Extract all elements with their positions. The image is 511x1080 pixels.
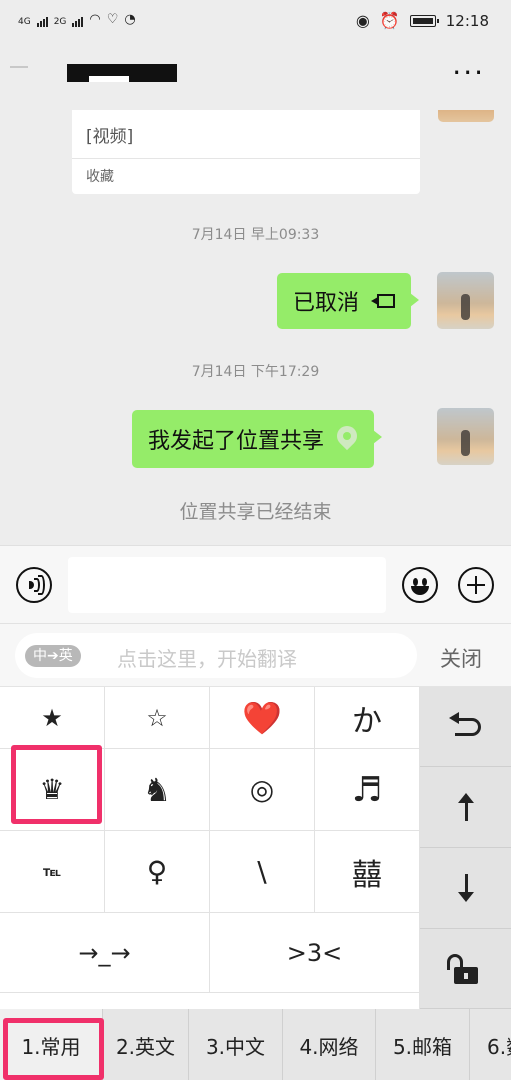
input-bar [0, 545, 511, 623]
category-tab-english[interactable]: 2.英文 [103, 1009, 189, 1080]
message-text: 我发起了位置共享 [148, 429, 325, 454]
alarm-icon: ⏰ [379, 11, 400, 30]
chat-area[interactable]: [视频] 收藏 7月14日 早上09:33 已取消 7月14日 下午17:29 … [0, 110, 511, 545]
language-direction-badge[interactable]: 中➔英 [25, 645, 81, 667]
message-timestamp: 7月14日 下午17:29 [191, 364, 320, 380]
message-bubble-location-share[interactable]: 我发起了位置共享 [132, 410, 383, 468]
symbol-keyboard: ★ ☆ ❤️ か ♛ ♞ ◎ ♬ ℡ ♀ \ 囍 →_→ >3< 1.常用 2.… [0, 686, 511, 1080]
battery-icon [409, 14, 439, 27]
status-right: ◉ ⏰ 12:18 [356, 11, 489, 30]
back-icon[interactable] [10, 66, 32, 86]
plus-icon[interactable] [458, 567, 494, 603]
signal-bars-icon-2 [72, 17, 84, 27]
signal-bars-icon [36, 17, 48, 27]
symbol-key-white-star[interactable]: ☆ [105, 687, 210, 749]
clock-time: 12:18 [445, 11, 489, 30]
symbol-key-female[interactable]: ♀ [105, 831, 210, 913]
category-tab-email[interactable]: 5.邮箱 [376, 1009, 470, 1080]
message-bubble-cancelled-call[interactable]: 已取消 [277, 273, 420, 329]
return-key[interactable] [420, 687, 511, 767]
avatar[interactable] [438, 110, 494, 122]
symbol-key-music-note[interactable]: ♬ [315, 749, 420, 831]
system-notice: 位置共享已经结束 [179, 501, 332, 523]
signal-2g-label: 2G [53, 17, 67, 27]
category-tab-internet[interactable]: 4.网络 [283, 1009, 376, 1080]
heart-rate-icon: ♡ [106, 12, 119, 27]
chat-header: ··· [0, 42, 511, 110]
emoji-icon[interactable] [402, 567, 438, 603]
notification-icon: ◔ [124, 12, 136, 27]
page-down-key[interactable] [420, 848, 511, 929]
page-up-key[interactable] [420, 767, 511, 848]
highlight-box-common-tab [3, 1018, 104, 1080]
translate-placeholder: 点击这里，开始翻译 [117, 647, 297, 671]
highlight-box-crown [11, 745, 102, 824]
favorite-card-source: 收藏 [86, 169, 114, 185]
status-bar: 4G 2G ◠ ♡ ◔ ◉ ⏰ 12:18 [0, 0, 511, 42]
avatar[interactable] [437, 272, 494, 329]
favorite-card-text: [视频] [86, 127, 134, 147]
lock-key[interactable] [420, 929, 511, 1009]
message-input[interactable] [68, 557, 386, 613]
arrow-down-icon [456, 874, 476, 902]
category-tab-numbers[interactable]: 6.数 [470, 1009, 511, 1080]
category-tab-chinese[interactable]: 3.中文 [189, 1009, 283, 1080]
symbol-key-tel[interactable]: ℡ [0, 831, 105, 913]
return-icon [448, 711, 483, 739]
video-call-icon [371, 293, 396, 309]
voice-input-icon[interactable] [16, 567, 52, 603]
signal-4g-label: 4G [18, 17, 31, 27]
chat-title-redacted [67, 64, 177, 82]
translate-input[interactable]: 中➔英 点击这里，开始翻译 [15, 633, 417, 678]
symbol-key-bullseye[interactable]: ◎ [210, 749, 315, 831]
symbol-key-arrow-face[interactable]: →_→ [0, 913, 210, 993]
status-left: 4G 2G ◠ ♡ ◔ [18, 12, 136, 27]
symbol-key-heart[interactable]: ❤️ [210, 687, 315, 749]
symbol-key-knight[interactable]: ♞ [105, 749, 210, 831]
message-timestamp: 7月14日 早上09:33 [191, 227, 320, 243]
avatar[interactable] [437, 408, 494, 465]
keyboard-spacer [0, 993, 420, 1009]
message-text: 已取消 [293, 291, 360, 316]
favorite-card[interactable]: [视频] 收藏 [72, 110, 420, 194]
symbol-key-double-happiness[interactable]: 囍 [315, 831, 420, 913]
translate-bar: 中➔英 点击这里，开始翻译 关闭 [0, 623, 511, 686]
symbol-key-kiss-face[interactable]: >3< [210, 913, 420, 993]
arrow-up-icon [456, 793, 476, 821]
location-icon [332, 421, 362, 452]
symbol-key-backslash[interactable]: \ [210, 831, 315, 913]
wifi-icon: ◠ [89, 12, 101, 27]
translate-close-button[interactable]: 关闭 [440, 643, 482, 673]
more-options-icon[interactable]: ··· [452, 59, 485, 87]
eye-icon: ◉ [355, 11, 370, 30]
symbol-key-ka[interactable]: か [315, 687, 420, 749]
divider [72, 158, 420, 159]
unlock-icon [446, 953, 478, 984]
symbol-key-black-star[interactable]: ★ [0, 687, 105, 749]
